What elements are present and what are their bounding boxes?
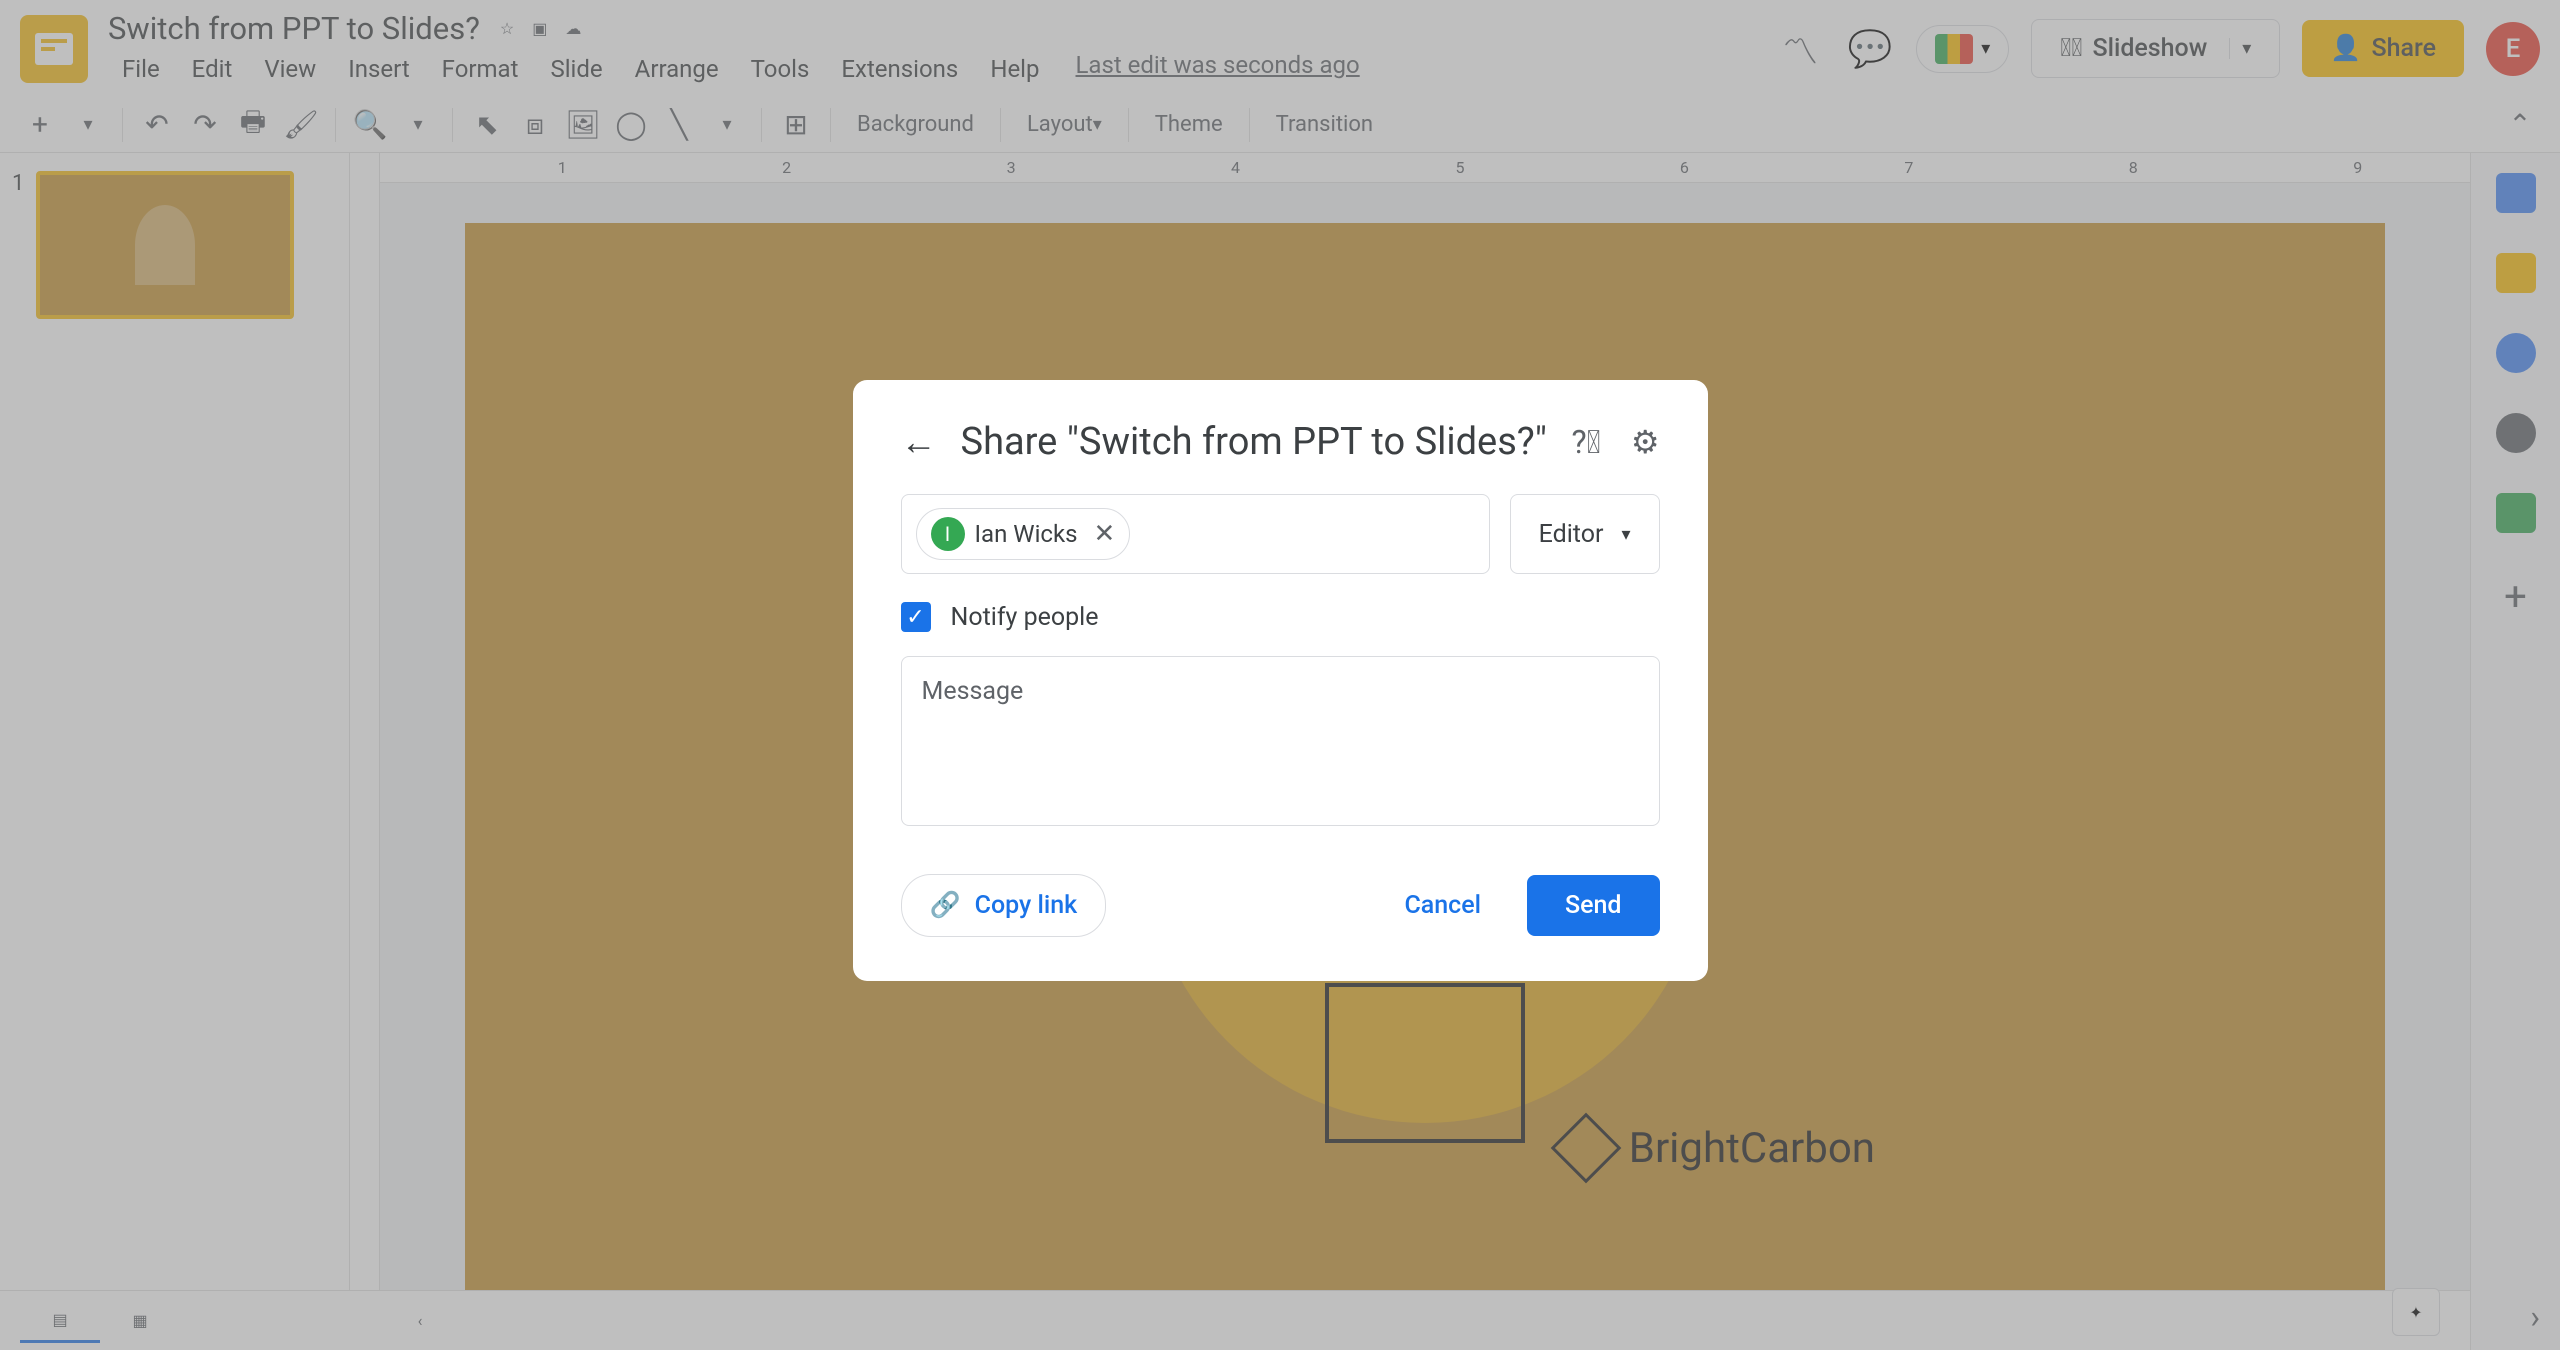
copy-link-label: Copy link [975,891,1078,920]
role-label: Editor [1539,520,1604,549]
person-name: Ian Wicks [975,520,1078,548]
link-icon: 🔗 [930,891,961,920]
dialog-title: Share "Switch from PPT to Slides?" [961,420,1548,464]
modal-overlay[interactable]: ← Share "Switch from PPT to Slides?" ?⃝ … [0,0,2560,1350]
chevron-down-icon: ▾ [1621,524,1630,545]
send-button[interactable]: Send [1527,875,1660,936]
copy-link-button[interactable]: 🔗 Copy link [901,874,1107,937]
cancel-button[interactable]: Cancel [1376,875,1509,936]
message-textarea[interactable] [901,656,1660,826]
people-input[interactable]: I Ian Wicks ✕ [901,494,1490,574]
person-chip: I Ian Wicks ✕ [916,508,1131,560]
back-button[interactable]: ← [901,421,937,463]
share-dialog: ← Share "Switch from PPT to Slides?" ?⃝ … [853,380,1708,981]
role-selector[interactable]: Editor ▾ [1510,494,1660,574]
help-icon[interactable]: ?⃝ [1572,423,1601,461]
person-avatar: I [931,517,965,551]
gear-icon[interactable]: ⚙ [1631,423,1660,461]
notify-checkbox[interactable]: ✓ [901,602,931,632]
remove-chip-button[interactable]: ✕ [1094,519,1116,549]
notify-label: Notify people [951,603,1099,632]
